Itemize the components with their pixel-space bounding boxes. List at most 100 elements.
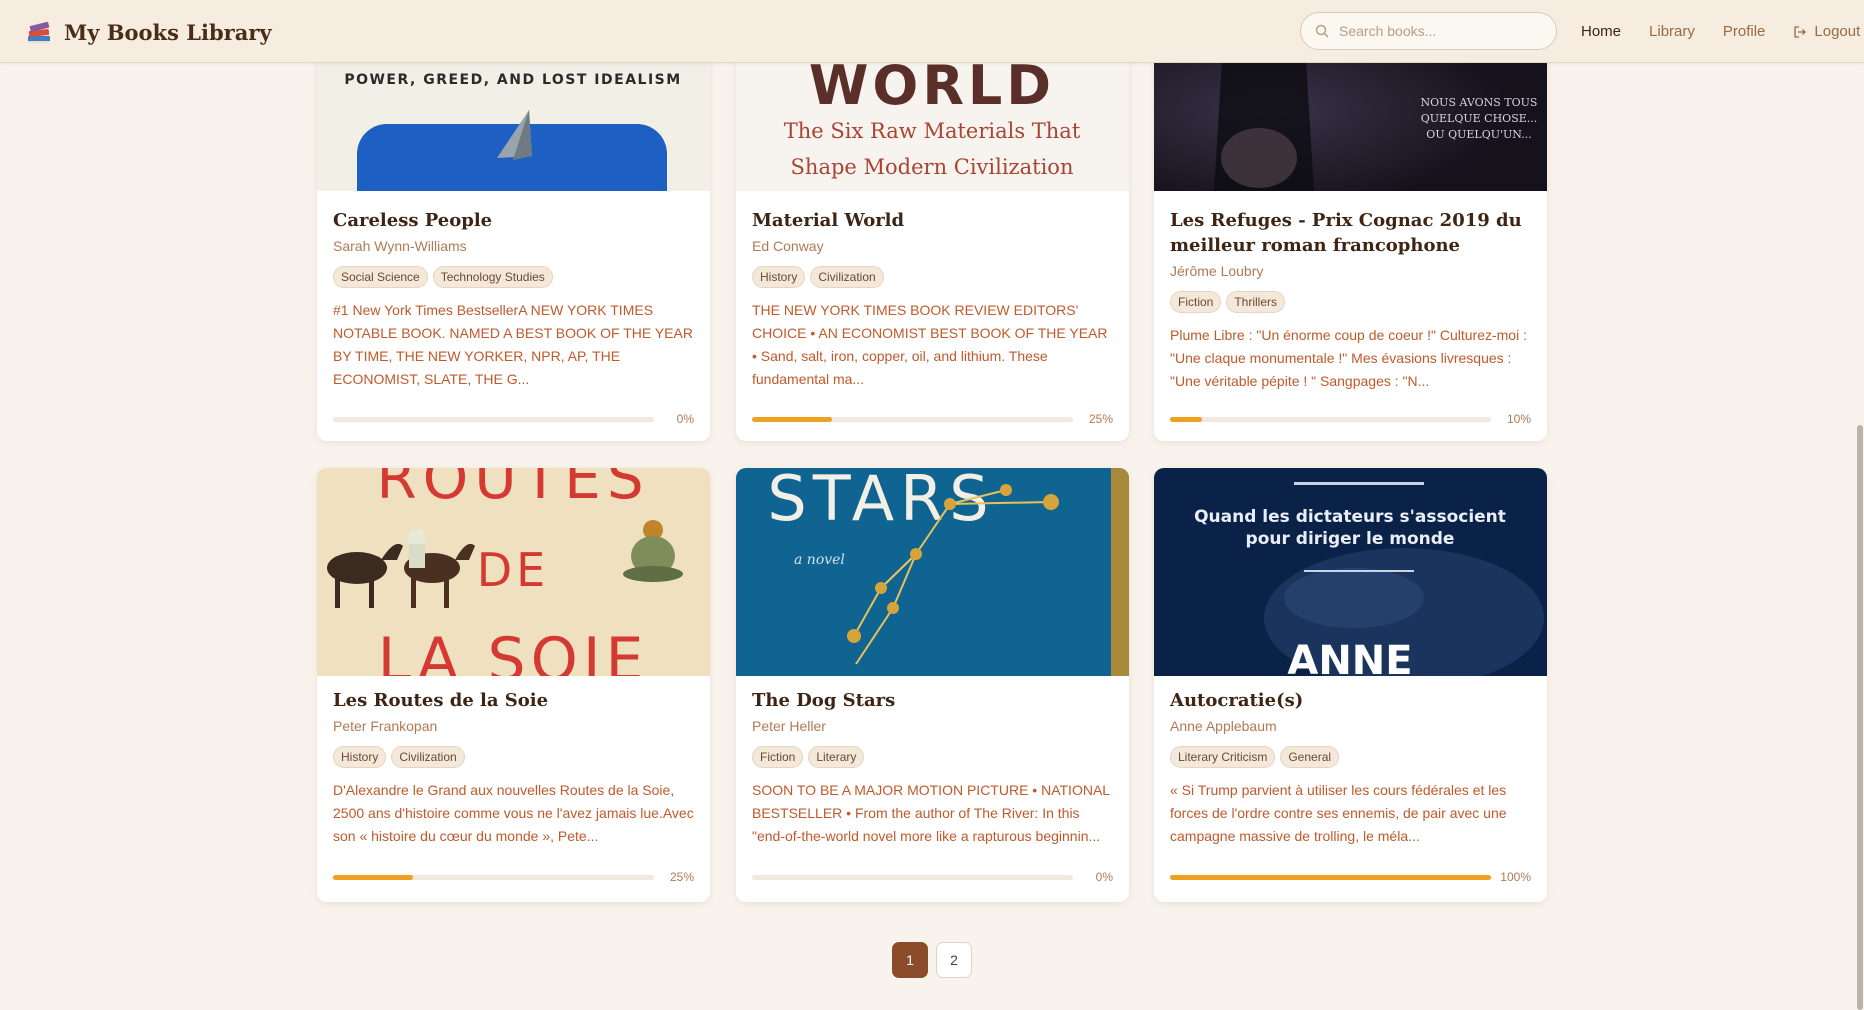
book-author: Anne Applebaum	[1170, 718, 1277, 734]
cover-title: ROUTES	[376, 468, 649, 512]
book-description: « Si Trump parvient à utiliser les cours…	[1170, 782, 1507, 844]
reading-progress: 25%	[333, 869, 694, 885]
nav-library[interactable]: Library	[1649, 23, 1695, 40]
progress-track	[752, 874, 1073, 880]
book-author: Jérôme Loubry	[1170, 263, 1264, 279]
search-icon	[1315, 24, 1329, 38]
book-title[interactable]: The Dog Stars	[752, 688, 1113, 713]
progress-percent: 100%	[1500, 870, 1531, 884]
genre-tag: Fiction	[752, 746, 804, 768]
book-description: SOON TO BE A MAJOR MOTION PICTURE • NATI…	[752, 782, 1110, 844]
book-author: Peter Frankopan	[333, 718, 438, 734]
vertical-scrollbar[interactable]	[1856, 63, 1864, 1010]
cover-title: DE	[477, 543, 550, 597]
search-box[interactable]	[1300, 12, 1557, 50]
books-stack-icon	[28, 21, 50, 43]
progress-track	[333, 874, 654, 880]
reading-progress: 100%	[1170, 869, 1531, 885]
genre-tag: History	[333, 746, 387, 768]
progress-percent: 10%	[1506, 412, 1531, 426]
progress-fill	[1170, 874, 1491, 880]
progress-track	[752, 416, 1073, 422]
cover-subtitle: The Six Raw Materials That	[784, 119, 1081, 143]
book-description: Plume Libre : "Un énorme coup de coeur !…	[1170, 327, 1527, 389]
book-author: Sarah Wynn-Williams	[333, 238, 467, 254]
book-cover[interactable]: STARS a novel	[736, 468, 1129, 676]
book-card[interactable]: ROUTES DE LA SOIE Les Routes de la Soie …	[317, 468, 710, 902]
nav-links: Home Library Profile Logout	[1581, 0, 1864, 63]
book-description: #1 New York Times BestsellerA NEW YORK T…	[333, 302, 693, 387]
genre-tag: Literary	[808, 746, 865, 768]
cover-tagline: Quand les dictateurs s'associent	[1194, 507, 1506, 527]
logout-label: Logout	[1814, 23, 1861, 40]
genre-tag: Literary Criticism	[1170, 746, 1276, 768]
book-cover[interactable]: ROUTES DE LA SOIE	[317, 468, 710, 676]
progress-track	[333, 416, 654, 422]
progress-percent: 0%	[1095, 870, 1113, 884]
book-title[interactable]: Careless People	[333, 208, 694, 233]
brand[interactable]: My Books Library	[24, 17, 272, 47]
tag-list: Literary Criticism General	[1170, 746, 1531, 768]
cover-tagline: pour diriger le monde	[1246, 529, 1455, 549]
page-button-2[interactable]: 2	[936, 942, 972, 978]
cover-caption: NOUS AVONS TOUS	[1421, 96, 1538, 109]
cover-tagline: POWER, GREED, AND LOST IDEALISM	[344, 72, 681, 88]
cover-title: LA SOIE	[378, 625, 649, 676]
cover-caption: QUELQUE CHOSE...	[1421, 112, 1538, 125]
progress-percent: 25%	[1088, 412, 1113, 426]
book-title[interactable]: Autocratie(s)	[1170, 688, 1531, 713]
book-title[interactable]: Les Refuges - Prix Cognac 2019 du meille…	[1170, 208, 1531, 258]
reading-progress: 0%	[752, 869, 1113, 885]
app-title: My Books Library	[64, 19, 272, 45]
progress-percent: 25%	[669, 870, 694, 884]
book-title[interactable]: Material World	[752, 208, 1113, 233]
cover-author: ANNE	[1287, 638, 1412, 676]
tag-list: Social Science Technology Studies	[333, 266, 694, 288]
nav-logout[interactable]: Logout	[1793, 23, 1860, 40]
progress-fill	[752, 416, 833, 422]
genre-tag: Civilization	[391, 746, 465, 768]
book-cover[interactable]: Quand les dictateurs s'associent pour di…	[1154, 468, 1547, 676]
top-navbar: My Books Library Home Library Profile Lo…	[0, 0, 1864, 63]
genre-tag: Thrillers	[1226, 291, 1286, 313]
progress-track	[1170, 416, 1491, 422]
page-button-1[interactable]: 1	[892, 942, 928, 978]
genre-tag: Civilization	[810, 266, 884, 288]
genre-tag: General	[1280, 746, 1340, 768]
book-description: THE NEW YORK TIMES BOOK REVIEW EDITORS' …	[752, 302, 1108, 387]
book-author: Ed Conway	[752, 238, 824, 254]
cover-caption: OU QUELQU'UN...	[1426, 128, 1531, 141]
reading-progress: 25%	[752, 411, 1113, 427]
nav-home[interactable]: Home	[1581, 23, 1621, 40]
cover-subtitle: Shape Modern Civilization	[791, 155, 1074, 179]
scrollbar-thumb[interactable]	[1857, 425, 1863, 1010]
book-card[interactable]: NOUS AVONS TOUS QUELQUE CHOSE... OU QUEL…	[1154, 28, 1547, 441]
book-card[interactable]: Quand les dictateurs s'associent pour di…	[1154, 468, 1547, 902]
pagination: 1 2	[892, 942, 972, 978]
genre-tag: History	[752, 266, 806, 288]
book-card[interactable]: WORLD The Six Raw Materials That Shape M…	[736, 28, 1129, 441]
genre-tag: Social Science	[333, 266, 428, 288]
genre-tag: Fiction	[1170, 291, 1222, 313]
logout-icon	[1794, 25, 1807, 38]
book-card[interactable]: POWER, GREED, AND LOST IDEALISM Careless…	[317, 28, 710, 441]
book-description: D'Alexandre le Grand aux nouvelles Route…	[333, 782, 694, 844]
cover-art: STARS a novel	[736, 468, 1129, 676]
reading-progress: 10%	[1170, 411, 1531, 427]
book-author: Peter Heller	[752, 718, 826, 734]
cover-art: ROUTES DE LA SOIE	[317, 468, 710, 676]
cover-art: Quand les dictateurs s'associent pour di…	[1154, 468, 1547, 676]
progress-percent: 0%	[676, 412, 694, 426]
tag-list: History Civilization	[752, 266, 1113, 288]
tag-list: Fiction Literary	[752, 746, 1113, 768]
book-title[interactable]: Les Routes de la Soie	[333, 688, 694, 713]
progress-fill	[1170, 416, 1203, 422]
nav-profile[interactable]: Profile	[1723, 23, 1766, 40]
book-card[interactable]: STARS a novel The Dog Stars Peter Heller	[736, 468, 1129, 902]
tag-list: Fiction Thrillers	[1170, 291, 1531, 313]
cover-subtitle: a novel	[794, 552, 845, 568]
reading-progress: 0%	[333, 411, 694, 427]
progress-fill	[333, 874, 414, 880]
tag-list: History Civilization	[333, 746, 694, 768]
search-input[interactable]	[1339, 23, 1539, 39]
